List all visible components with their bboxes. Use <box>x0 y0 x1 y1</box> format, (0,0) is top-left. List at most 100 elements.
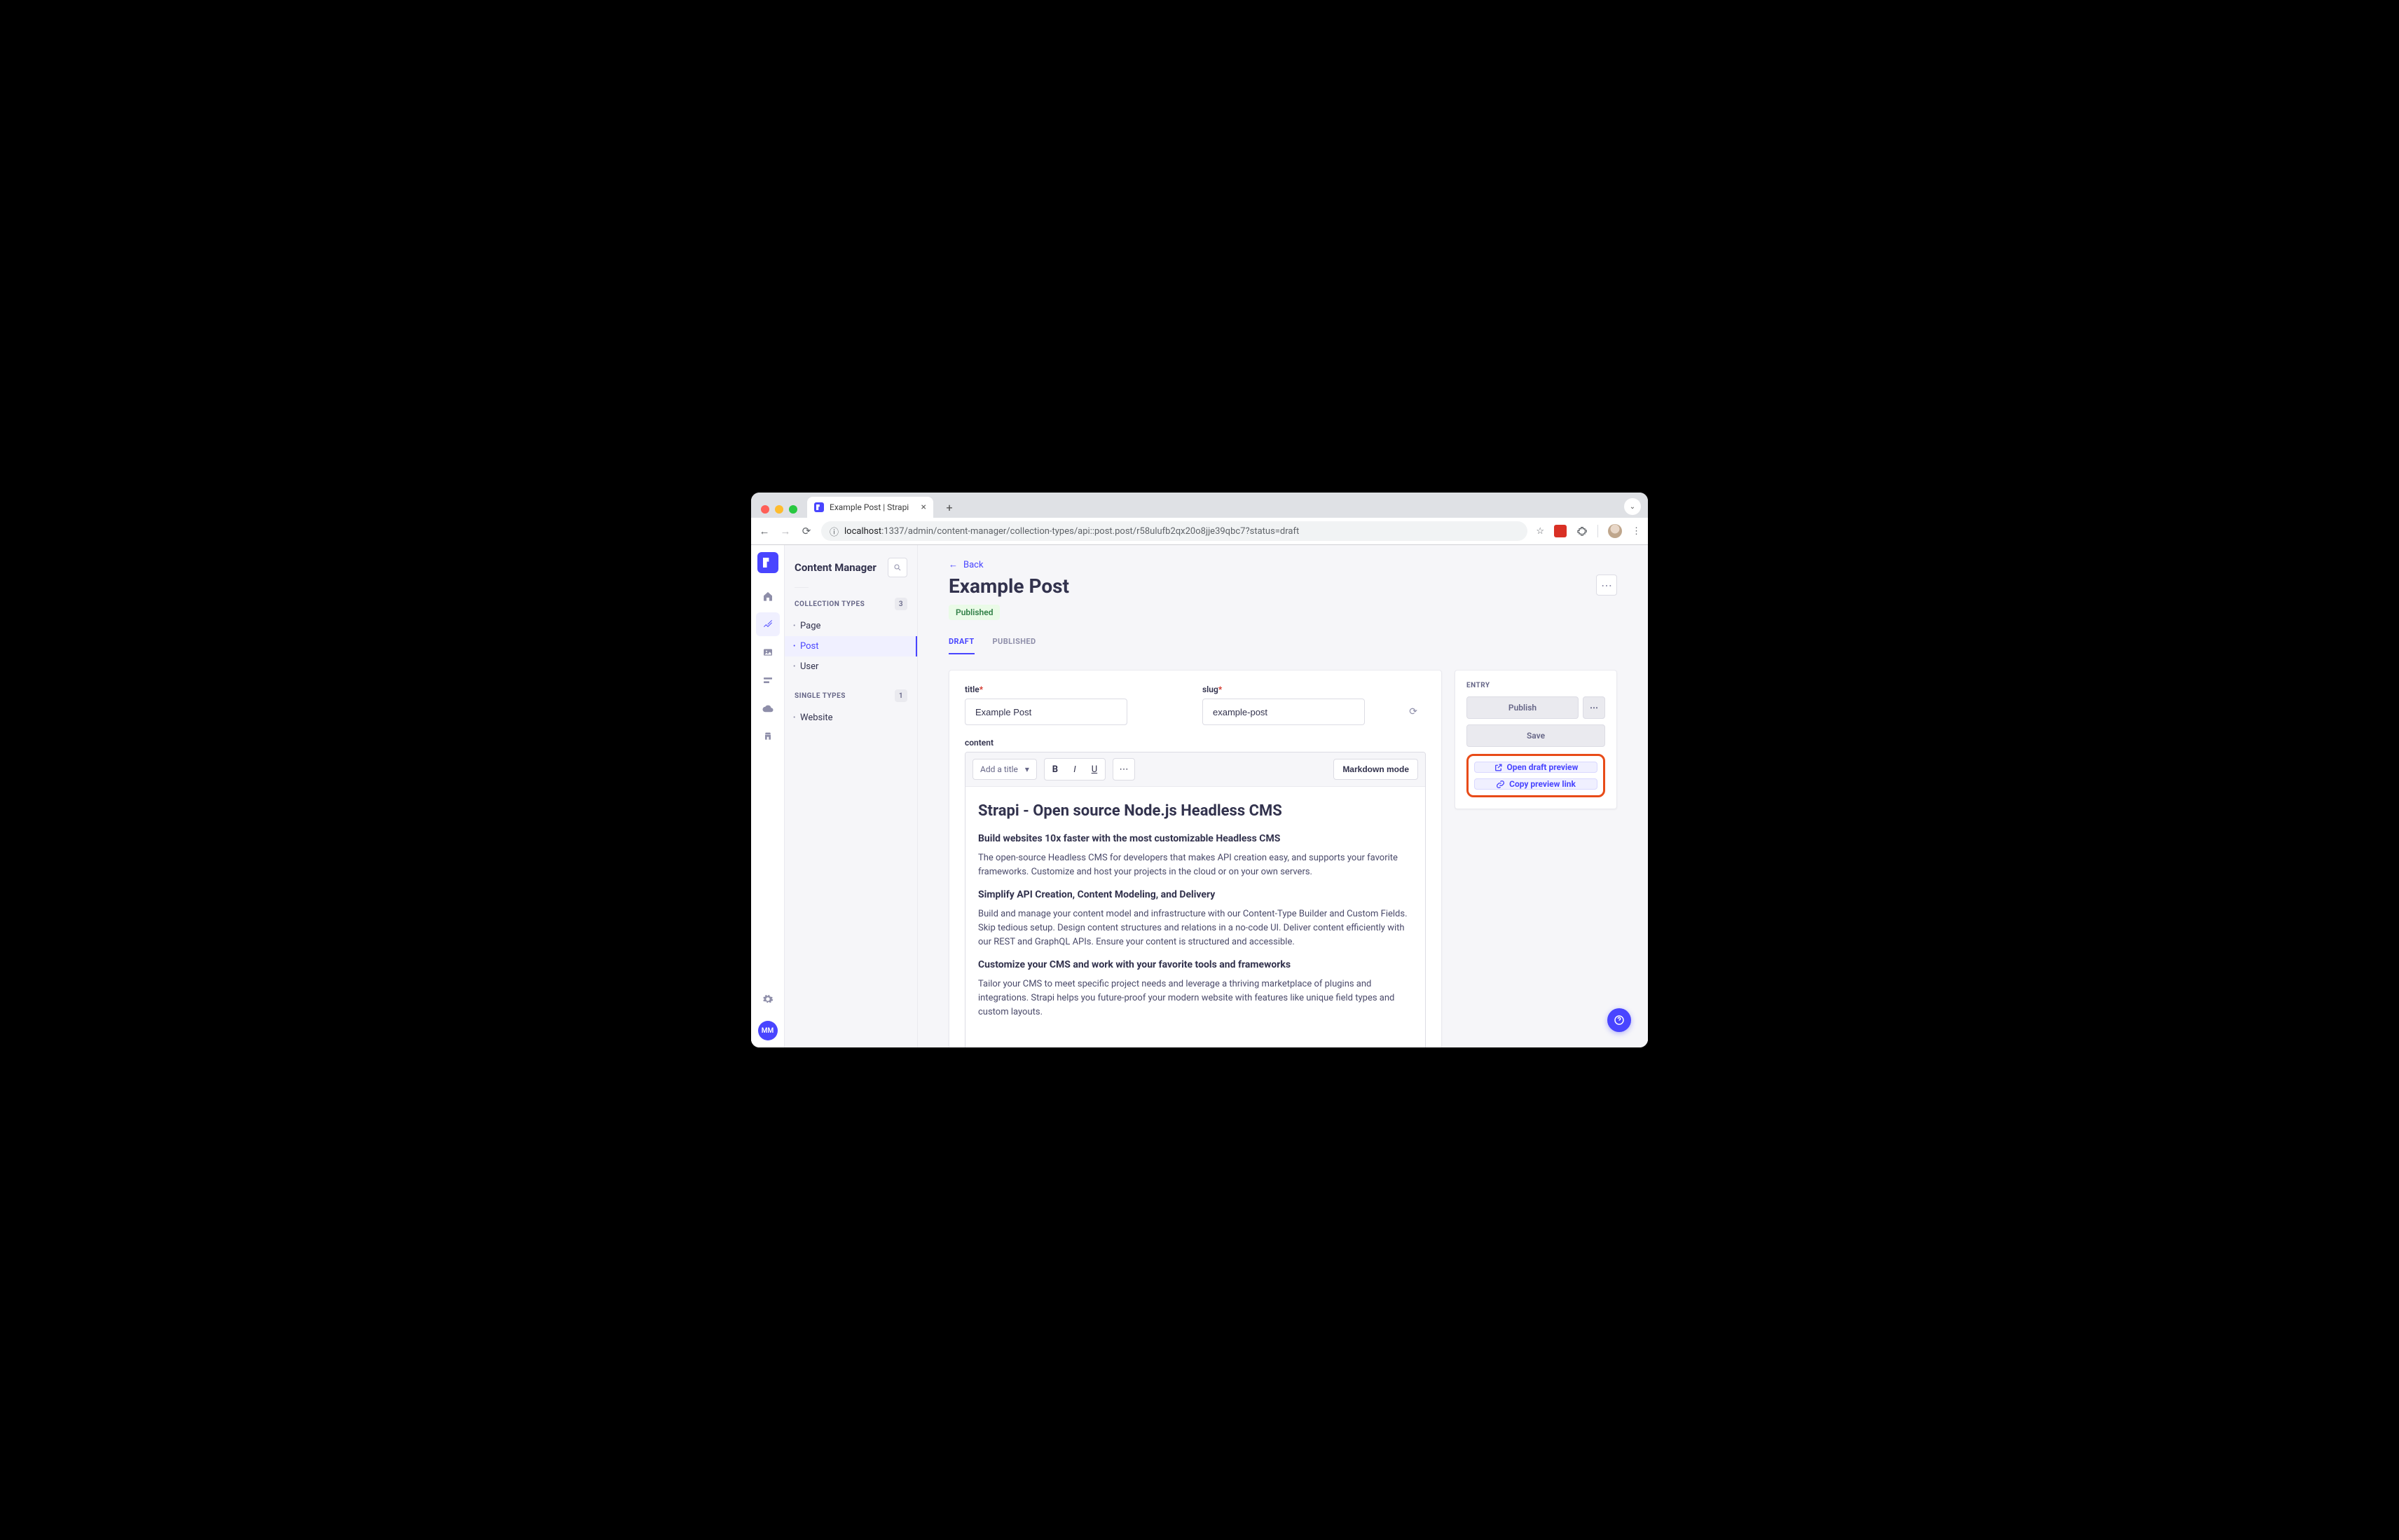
toolbar: ← → ⟳ ⓘ localhost:1337/admin/content-man… <box>751 518 1648 544</box>
underline-button[interactable]: U <box>1085 760 1104 778</box>
back-link[interactable]: ← Back <box>949 559 984 570</box>
bold-button[interactable]: B <box>1046 760 1064 778</box>
reload-icon[interactable]: ⟳ <box>800 525 813 537</box>
italic-button[interactable]: I <box>1066 760 1084 778</box>
heading-dropdown-label: Add a title <box>980 764 1018 774</box>
preview-callout: Open draft preview Copy preview link <box>1466 754 1605 797</box>
group-label: Single Types <box>795 692 846 700</box>
sidebar-item-website[interactable]: Website <box>785 708 917 728</box>
main-area: ← Back Example Post Published ⋯ DRAFT PU… <box>918 545 1648 1047</box>
heading-dropdown[interactable]: Add a title ▾ <box>972 759 1037 780</box>
entry-panel: Entry Publish ⋯ Save Open draft prev <box>1455 670 1617 809</box>
bookmark-star-icon[interactable]: ☆ <box>1536 526 1544 537</box>
arrow-left-icon: ← <box>949 559 958 570</box>
extension-icon[interactable] <box>1554 525 1567 537</box>
group-count-badge: 3 <box>895 598 907 610</box>
user-avatar[interactable]: MM <box>758 1021 778 1040</box>
profile-avatar-icon[interactable] <box>1608 524 1622 538</box>
sidebar-divider <box>795 587 809 588</box>
toolbar-right: ☆ ⋮ <box>1536 524 1641 538</box>
save-button[interactable]: Save <box>1466 724 1605 747</box>
editor-toolbar: Add a title ▾ B I U ⋯ <box>965 752 1425 787</box>
sidebar-search-button[interactable] <box>888 558 907 577</box>
group-single-types: Single Types 1 <box>785 687 917 705</box>
field-slug: slug* ⟳ <box>1202 685 1426 725</box>
tabs-dropdown-icon[interactable]: ⌄ <box>1624 498 1641 515</box>
toolbar-divider <box>1597 525 1598 537</box>
open-preview-label: Open draft preview <box>1507 762 1579 772</box>
header-more-button[interactable]: ⋯ <box>1596 575 1617 596</box>
minimize-window-icon[interactable] <box>775 505 783 514</box>
strapi-logo-icon[interactable] <box>757 552 778 573</box>
back-label: Back <box>963 560 984 570</box>
slug-label: slug* <box>1202 685 1426 694</box>
chevron-down-icon: ▾ <box>1025 764 1029 774</box>
close-tab-icon[interactable]: × <box>921 502 926 512</box>
new-tab-button[interactable]: + <box>940 498 958 516</box>
content-p: Tailor your CMS to meet specific project… <box>978 977 1412 1019</box>
tab-published[interactable]: PUBLISHED <box>993 637 1036 654</box>
sidebar-item-post[interactable]: Post <box>785 636 917 656</box>
copy-preview-link-button[interactable]: Copy preview link <box>1474 778 1597 790</box>
more-formats-button[interactable]: ⋯ <box>1115 760 1133 778</box>
strapi-app: MM Content Manager Collection Types 3 Pa… <box>751 545 1648 1047</box>
url-path: :1337/admin/content-manager/collection-t… <box>881 526 1299 537</box>
kebab-menu-icon[interactable]: ⋮ <box>1632 526 1641 537</box>
rail-marketplace[interactable] <box>756 724 780 748</box>
field-title: title* <box>965 685 1188 725</box>
content-h3: Simplify API Creation, Content Modeling,… <box>978 888 1412 903</box>
browser-tab[interactable]: Example Post | Strapi × <box>807 497 933 518</box>
external-link-icon <box>1494 763 1503 772</box>
sidebar-item-page[interactable]: Page <box>785 616 917 636</box>
close-window-icon[interactable] <box>761 505 769 514</box>
content-sidebar: Content Manager Collection Types 3 Page … <box>785 545 918 1047</box>
address-bar[interactable]: ⓘ localhost:1337/admin/content-manager/c… <box>821 521 1527 541</box>
tab-draft[interactable]: DRAFT <box>949 637 975 654</box>
entry-tabs: DRAFT PUBLISHED <box>949 637 1617 654</box>
help-fab[interactable] <box>1607 1008 1631 1032</box>
extensions-puzzle-icon[interactable] <box>1576 525 1588 537</box>
rail-builder[interactable] <box>756 668 780 692</box>
editor-body[interactable]: Strapi - Open source Node.js Headless CM… <box>965 787 1425 1047</box>
rail-home[interactable] <box>756 584 780 608</box>
group-count-badge: 1 <box>895 689 907 702</box>
publish-button[interactable]: Publish <box>1466 696 1579 719</box>
copy-link-label: Copy preview link <box>1509 779 1576 789</box>
collection-list: Page Post User <box>785 613 917 687</box>
open-draft-preview-button[interactable]: Open draft preview <box>1474 762 1597 773</box>
link-icon <box>1496 780 1505 789</box>
site-info-icon[interactable]: ⓘ <box>830 525 839 538</box>
browser-chrome: Example Post | Strapi × + ⌄ ← → ⟳ ⓘ loca… <box>751 493 1648 545</box>
sidebar-item-label: Page <box>800 621 820 631</box>
sidebar-item-user[interactable]: User <box>785 656 917 677</box>
rich-text-editor: Add a title ▾ B I U ⋯ <box>965 752 1426 1047</box>
group-label: Collection Types <box>795 600 865 608</box>
content-h3: Customize your CMS and work with your fa… <box>978 958 1412 973</box>
slug-input[interactable] <box>1202 699 1365 725</box>
sidebar-item-label: Website <box>800 713 833 723</box>
content-h2: Strapi - Open source Node.js Headless CM… <box>978 799 1412 823</box>
markdown-mode-button[interactable]: Markdown mode <box>1333 759 1418 780</box>
sidebar-item-label: User <box>800 661 818 672</box>
rail-content-manager[interactable] <box>756 612 780 636</box>
sidebar-title: Content Manager <box>795 561 877 574</box>
single-list: Website <box>785 705 917 738</box>
publish-more-button[interactable]: ⋯ <box>1583 696 1605 719</box>
more-format-group: ⋯ <box>1113 758 1135 781</box>
maximize-window-icon[interactable] <box>789 505 797 514</box>
nav-back-icon[interactable]: ← <box>758 525 771 537</box>
sidebar-item-label: Post <box>800 641 819 652</box>
content-p: The open-source Headless CMS for develop… <box>978 851 1412 879</box>
window-controls <box>758 505 800 518</box>
tab-strip: Example Post | Strapi × + ⌄ <box>751 493 1648 518</box>
tab-title: Example Post | Strapi <box>830 502 909 512</box>
rail-cloud[interactable] <box>756 696 780 720</box>
nav-forward-icon: → <box>779 525 792 537</box>
nav-rail: MM <box>751 545 785 1047</box>
rail-settings[interactable] <box>756 987 780 1011</box>
url-host: localhost <box>844 526 881 537</box>
page-title: Example Post <box>949 575 1069 598</box>
rail-media[interactable] <box>756 640 780 664</box>
regenerate-slug-icon[interactable]: ⟳ <box>1409 706 1417 717</box>
title-input[interactable] <box>965 699 1127 725</box>
